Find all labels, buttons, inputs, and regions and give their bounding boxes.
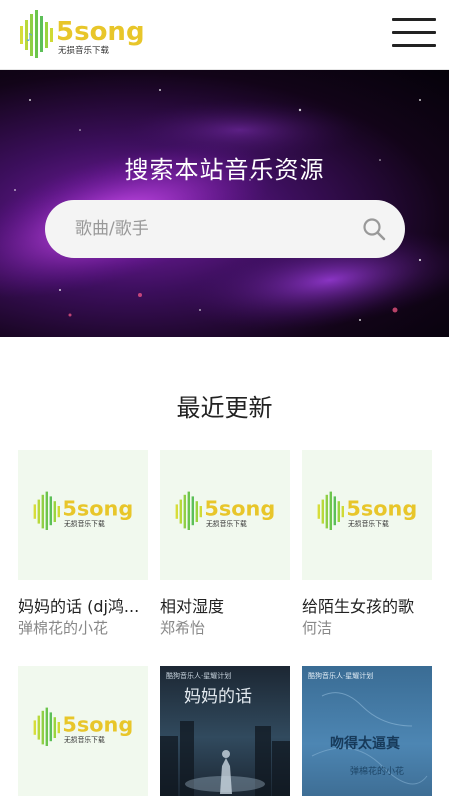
site-logo[interactable]: ♪ 5song 无损音乐下载: [18, 8, 148, 60]
cover-art: 酷狗音乐人·星耀计划 吻得太逼真 弹棉花的小花: [308, 671, 428, 785]
song-card[interactable]: 5song 无损音乐下载 给陌生女孩的歌 何洁: [302, 450, 432, 640]
hamburger-menu-button[interactable]: [392, 18, 436, 48]
svg-text:弹棉花的小花: 弹棉花的小花: [350, 765, 404, 777]
menu-bar: [392, 31, 436, 34]
recent-updates-heading: 最近更新: [176, 394, 273, 422]
svg-text:5song: 5song: [346, 497, 417, 521]
svg-text:酷狗音乐人·星耀计划: 酷狗音乐人·星耀计划: [308, 671, 373, 680]
song-title[interactable]: 给陌生女孩的歌: [302, 593, 432, 617]
placeholder-logo-icon: 5song 无损音乐下载: [175, 491, 275, 530]
song-artist[interactable]: 何洁: [302, 617, 432, 638]
svg-text:5song: 5song: [56, 17, 145, 47]
search-icon[interactable]: [362, 217, 386, 241]
search-hero-banner: 搜索本站音乐资源: [0, 70, 449, 337]
svg-text:5song: 5song: [62, 497, 133, 521]
svg-text:吻得太逼真: 吻得太逼真: [330, 735, 400, 752]
song-artist[interactable]: 弹棉花的小花: [18, 617, 148, 638]
placeholder-logo-icon: 5song 无损音乐下载: [317, 491, 417, 530]
svg-text:5song: 5song: [204, 497, 275, 521]
search-input[interactable]: [75, 214, 345, 244]
song-artist[interactable]: 郑希怡: [160, 617, 290, 638]
svg-text:♪: ♪: [26, 31, 33, 44]
svg-text:酷狗音乐人·星耀计划: 酷狗音乐人·星耀计划: [166, 671, 231, 680]
song-cover[interactable]: 酷狗音乐人·星耀计划 吻得太逼真 弹棉花的小花: [302, 666, 432, 796]
song-card[interactable]: 酷狗音乐人·星耀计划 吻得太逼真 弹棉花的小花: [302, 666, 432, 800]
song-cover[interactable]: 5song 无损音乐下载: [302, 450, 432, 580]
search-box[interactable]: [45, 200, 405, 258]
svg-text:5song: 5song: [62, 713, 133, 737]
song-title[interactable]: 相对湿度: [160, 593, 290, 617]
song-cover[interactable]: 5song 无损音乐下载: [160, 450, 290, 580]
cover-art: 酷狗音乐人·星耀计划 妈妈的话: [160, 671, 290, 796]
song-card[interactable]: 酷狗音乐人·星耀计划 妈妈的话: [160, 666, 290, 800]
svg-text:无损音乐下载: 无损音乐下载: [64, 735, 105, 744]
svg-text:无损音乐下载: 无损音乐下载: [206, 519, 247, 528]
song-card[interactable]: 5song 无损音乐下载: [18, 666, 148, 800]
placeholder-logo-icon: 5song 无损音乐下载: [33, 707, 133, 746]
song-cover[interactable]: 5song 无损音乐下载: [18, 666, 148, 796]
song-cover[interactable]: 酷狗音乐人·星耀计划 妈妈的话: [160, 666, 290, 796]
svg-text:无损音乐下载: 无损音乐下载: [64, 519, 105, 528]
app-header: ♪ 5song 无损音乐下载: [0, 0, 449, 70]
song-card[interactable]: 5song 无损音乐下载 妈妈的话 (dj鸿... 弹棉花的小花: [18, 450, 148, 640]
logo-equalizer-icon: ♪: [20, 10, 53, 58]
song-cover[interactable]: 5song 无损音乐下载: [18, 450, 148, 580]
menu-bar: [392, 44, 436, 47]
placeholder-logo-icon: 5song 无损音乐下载: [33, 491, 133, 530]
svg-text:无损音乐下载: 无损音乐下载: [348, 519, 389, 528]
song-card[interactable]: 5song 无损音乐下载 相对湿度 郑希怡: [160, 450, 290, 640]
menu-bar: [392, 18, 436, 21]
svg-text:妈妈的话: 妈妈的话: [184, 687, 252, 707]
hero-title: 搜索本站音乐资源: [124, 156, 325, 184]
svg-text:无损音乐下载: 无损音乐下载: [58, 45, 110, 56]
song-title[interactable]: 妈妈的话 (dj鸿...: [18, 593, 148, 617]
